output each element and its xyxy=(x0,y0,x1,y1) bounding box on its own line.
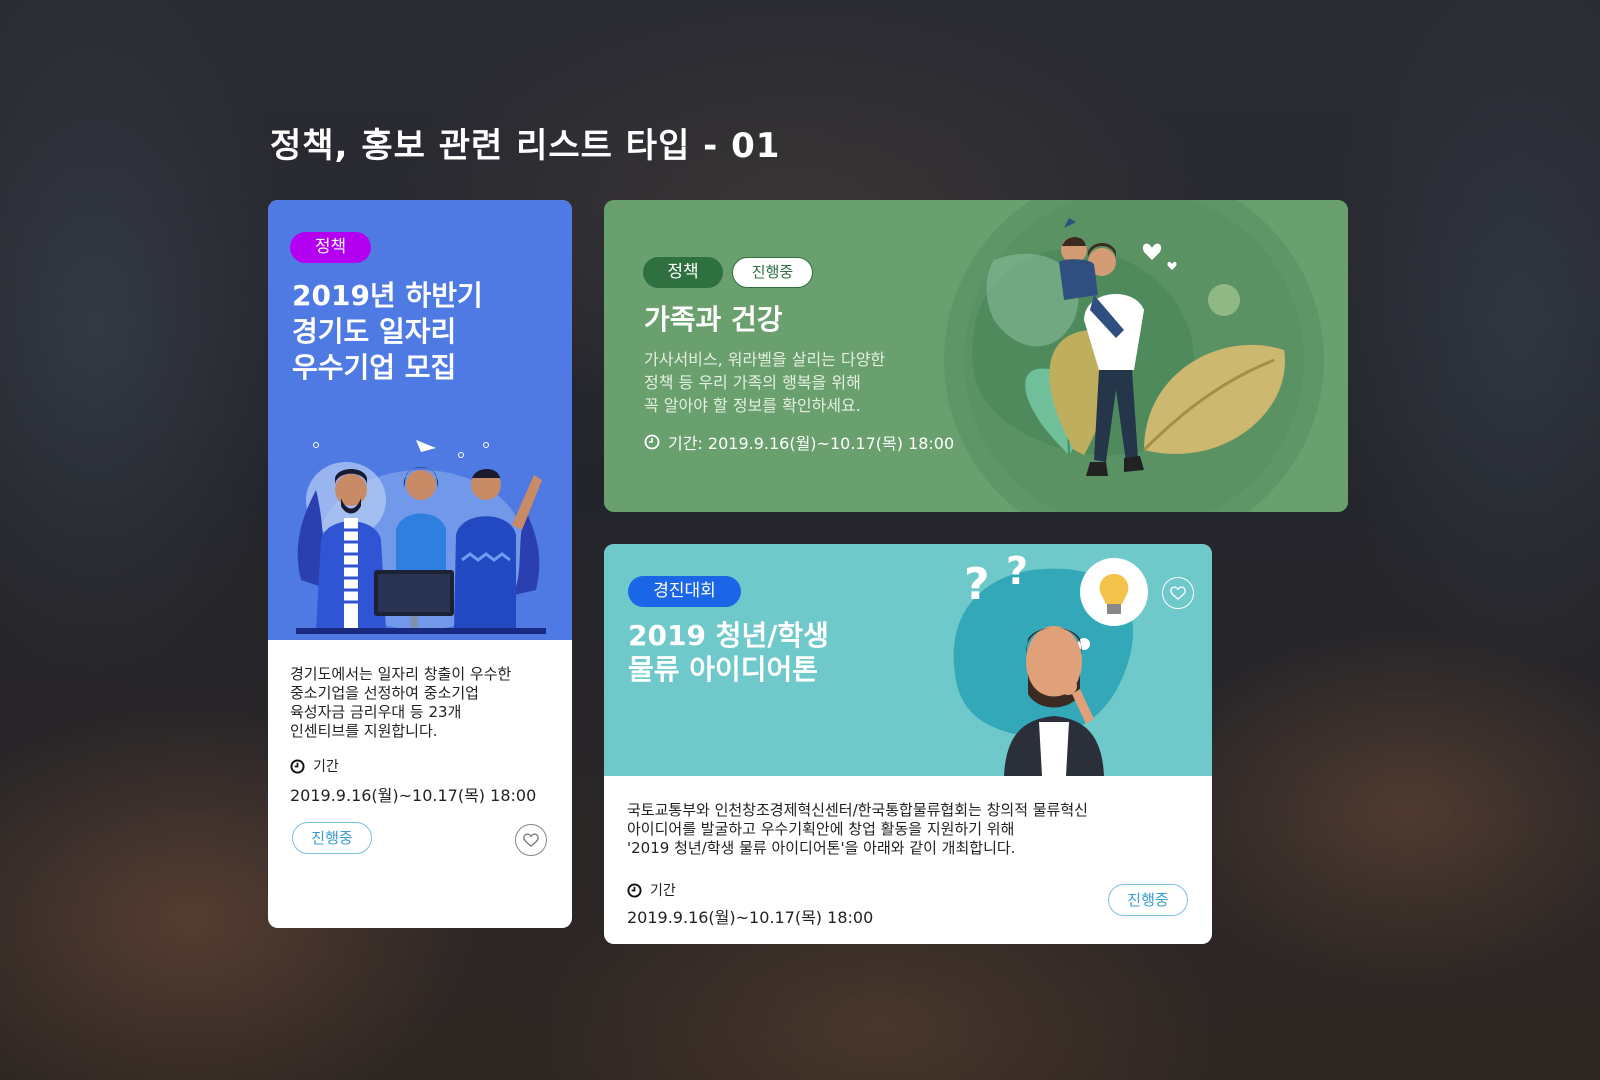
category-tag: 경진대회 xyxy=(628,576,741,607)
card-description: 가사서비스, 워라벨을 살리는 다양한 정책 등 우리 가족의 행복을 위해 꼭… xyxy=(644,350,886,415)
team-illustration xyxy=(296,440,546,634)
card-title: 가족과 건강 xyxy=(644,303,783,336)
card-description: 국토교통부와 인천창조경제혁신센터/한국통합물류협회는 창의적 물류혁신 아이디… xyxy=(627,801,1088,857)
svg-text:?: ? xyxy=(1006,549,1028,593)
card-logistics-ideathon[interactable]: ? ? 경진대회 2019 청년/학생 물류 아이디어톤 국토교통부와 인천창조… xyxy=(604,544,1212,944)
svg-text:?: ? xyxy=(964,559,990,610)
card-family-health[interactable]: 정책 진행중 가족과 건강 가사서비스, 워라벨을 살리는 다양한 정책 등 우… xyxy=(604,200,1348,512)
card-description: 경기도에서는 일자리 창출이 우수한 중소기업을 선정하여 중소기업 육성자금 … xyxy=(290,665,512,740)
category-tag: 정책 xyxy=(643,257,723,288)
period-value: 2019.9.16(월)~10.17(목) 18:00 xyxy=(627,908,874,927)
card-title: 2019 청년/학생 물류 아이디어톤 xyxy=(628,619,829,686)
status-badge: 진행중 xyxy=(1108,884,1188,916)
card-header: 정책 2019년 하반기 경기도 일자리 우수기업 모집 xyxy=(268,200,572,640)
period-info: 기간: 2019.9.16(월)~10.17(목) 18:00 xyxy=(644,430,954,454)
period-label: 기간 xyxy=(627,880,676,900)
period-value: 2019.9.16(월)~10.17(목) 18:00 xyxy=(290,786,537,805)
heart-icon xyxy=(1170,585,1186,600)
clock-icon xyxy=(290,758,305,774)
card-header: ? ? 경진대회 2019 청년/학생 물류 아이디어톤 xyxy=(604,544,1212,776)
card-title: 2019년 하반기 경기도 일자리 우수기업 모집 xyxy=(292,279,483,384)
status-badge: 진행중 xyxy=(292,822,372,854)
page-title: 정책, 홍보 관련 리스트 타입 - 01 xyxy=(270,126,781,166)
clock-icon xyxy=(627,882,642,898)
family-illustration xyxy=(944,200,1324,512)
clock-icon xyxy=(644,434,660,450)
heart-icon xyxy=(523,832,539,847)
category-tag: 정책 xyxy=(290,232,371,263)
like-button[interactable] xyxy=(1162,577,1194,609)
like-button[interactable] xyxy=(515,824,547,856)
status-badge: 진행중 xyxy=(732,257,813,288)
card-job-recruitment[interactable]: 정책 2019년 하반기 경기도 일자리 우수기업 모집 경기도에서는 일자리 … xyxy=(268,200,572,928)
period-label: 기간 xyxy=(290,756,339,776)
